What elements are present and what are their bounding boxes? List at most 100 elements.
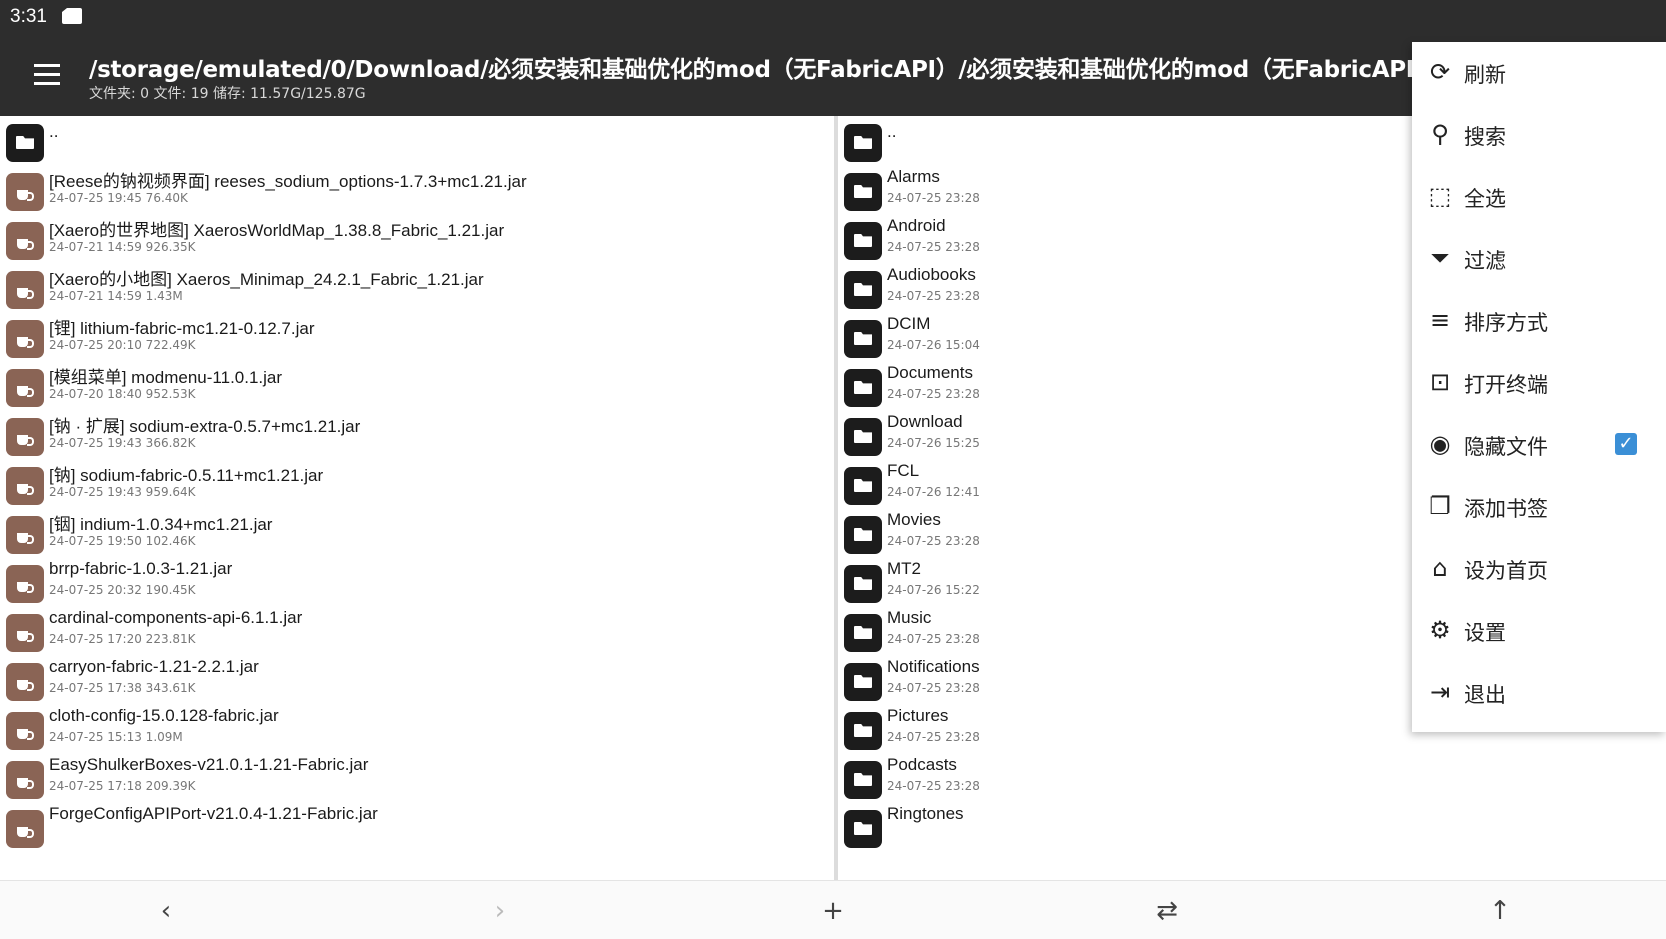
bookmark-icon: ❐ (1429, 492, 1451, 520)
list-item[interactable]: brrp-fabric-1.0.3-1.21.jar 24-07-25 20:3… (0, 557, 834, 609)
item-name: [模组菜单] modmenu-11.0.1.jar (49, 368, 283, 387)
item-meta: 24-07-25 17:20 223.81K (49, 632, 196, 646)
menu-item-label: 退出 (1464, 683, 1506, 707)
select-all-icon: ⬚ (1428, 182, 1452, 210)
list-item[interactable]: Ringtones (838, 802, 1666, 854)
menu-item-label: 搜索 (1464, 125, 1506, 149)
status-bar: 3:31 (0, 0, 1666, 36)
item-name: cloth-config-15.0.128-fabric.jar (49, 706, 279, 725)
list-item-parent-dir[interactable]: .. (0, 116, 834, 168)
jar-file-icon (6, 565, 44, 603)
list-item[interactable]: [铟] indium-1.0.34+mc1.21.jar 24-07-25 19… (0, 508, 834, 560)
back-button[interactable]: ‹ (146, 891, 186, 931)
folder-icon (844, 222, 882, 260)
item-meta: 24-07-26 12:41 (887, 485, 980, 499)
jar-file-icon (6, 810, 44, 848)
jar-file-icon (6, 712, 44, 750)
menu-item-filter[interactable]: ⏷ 过滤 (1412, 228, 1666, 290)
menu-item-label: 过滤 (1464, 249, 1506, 273)
home-icon: ⌂ (1432, 554, 1448, 582)
menu-item-label: 添加书签 (1464, 497, 1548, 521)
refresh-icon: ⟳ (1429, 58, 1451, 86)
menu-item-select-all[interactable]: ⬚ 全选 (1412, 166, 1666, 228)
status-time: 3:31 (10, 6, 47, 27)
item-meta: 24-07-25 20:10 722.49K (49, 338, 196, 352)
terminal-icon: ⊡ (1429, 368, 1451, 396)
menu-item-label: 隐藏文件 (1464, 435, 1548, 459)
parent-dir-button[interactable]: ↑ (1480, 891, 1520, 931)
list-item[interactable]: [锂] lithium-fabric-mc1.21-0.12.7.jar 24-… (0, 312, 834, 364)
current-path[interactable]: /storage/emulated/0/Download/必须安装和基础优化的m… (89, 50, 1445, 84)
item-meta: 24-07-25 23:28 (887, 240, 980, 254)
overflow-menu: ⟳ 刷新 ⚲ 搜索 ⬚ 全选 ⏷ 过滤 ≡ 排序方式 ⊡ 打开终端 ◉ 隐藏文件… (1412, 42, 1666, 732)
menu-item-terminal[interactable]: ⊡ 打开终端 (1412, 352, 1666, 414)
menu-item-label: 全选 (1464, 187, 1506, 211)
item-meta: 24-07-25 20:32 190.45K (49, 583, 196, 597)
menu-item-label: 刷新 (1464, 63, 1506, 87)
item-name: Ringtones (887, 804, 964, 823)
folder-icon (844, 516, 882, 554)
swap-panes-button[interactable]: ⇄ (1147, 891, 1187, 931)
list-item[interactable]: ForgeConfigAPIPort-v21.0.4-1.21-Fabric.j… (0, 802, 834, 854)
menu-item-refresh[interactable]: ⟳ 刷新 (1412, 42, 1666, 104)
jar-file-icon (6, 467, 44, 505)
item-name: Notifications (887, 657, 980, 676)
menu-item-hidden-files[interactable]: ◉ 隐藏文件 ✓ (1412, 414, 1666, 476)
menu-item-label: 设置 (1464, 621, 1506, 645)
menu-item-search[interactable]: ⚲ 搜索 (1412, 104, 1666, 166)
list-item[interactable]: cardinal-components-api-6.1.1.jar 24-07-… (0, 606, 834, 658)
list-item[interactable]: EasyShulkerBoxes-v21.0.1-1.21-Fabric.jar… (0, 753, 834, 805)
list-item[interactable]: [Reese的钠视频界面] reeses_sodium_options-1.7.… (0, 165, 834, 217)
item-name: [钠 · 扩展] sodium-extra-0.5.7+mc1.21.jar (49, 417, 361, 436)
item-name: EasyShulkerBoxes-v21.0.1-1.21-Fabric.jar (49, 755, 369, 774)
list-item[interactable]: carryon-fabric-1.21-2.2.1.jar 24-07-25 1… (0, 655, 834, 707)
folder-icon (844, 614, 882, 652)
list-item[interactable]: [钠] sodium-fabric-0.5.11+mc1.21.jar 24-0… (0, 459, 834, 511)
jar-file-icon (6, 516, 44, 554)
item-meta: 24-07-21 14:59 1.43M (49, 289, 183, 303)
item-name: [Xaero的小地图] Xaeros_Minimap_24.2.1_Fabric… (49, 270, 484, 289)
list-item[interactable]: [Xaero的世界地图] XaerosWorldMap_1.38.8_Fabri… (0, 214, 834, 266)
forward-button[interactable]: › (480, 891, 520, 931)
menu-item-exit[interactable]: ⇥ 退出 (1412, 662, 1666, 724)
list-item[interactable]: [钠 · 扩展] sodium-extra-0.5.7+mc1.21.jar 2… (0, 410, 834, 462)
item-meta: 24-07-25 17:18 209.39K (49, 779, 196, 793)
menu-item-set-home[interactable]: ⌂ 设为首页 (1412, 538, 1666, 600)
item-meta: 24-07-25 23:28 (887, 534, 980, 548)
list-item[interactable]: [模组菜单] modmenu-11.0.1.jar 24-07-20 18:40… (0, 361, 834, 413)
folder-icon (844, 663, 882, 701)
item-name: [铟] indium-1.0.34+mc1.21.jar (49, 515, 273, 534)
menu-item-label: 设为首页 (1464, 559, 1548, 583)
jar-file-icon (6, 369, 44, 407)
left-file-pane[interactable]: .. [Reese的钠视频界面] reeses_sodium_options-1… (0, 116, 834, 880)
sd-card-icon (62, 8, 82, 24)
item-meta: 24-07-25 23:28 (887, 681, 980, 695)
menu-item-settings[interactable]: ⚙ 设置 (1412, 600, 1666, 662)
folder-icon (844, 369, 882, 407)
jar-file-icon (6, 761, 44, 799)
jar-file-icon (6, 222, 44, 260)
list-item[interactable]: Podcasts 24-07-25 23:28 (838, 753, 1666, 805)
jar-file-icon (6, 418, 44, 456)
menu-item-bookmark[interactable]: ❐ 添加书签 (1412, 476, 1666, 538)
item-meta: 24-07-25 23:28 (887, 387, 980, 401)
list-item[interactable]: [Xaero的小地图] Xaeros_Minimap_24.2.1_Fabric… (0, 263, 834, 315)
jar-file-icon (6, 663, 44, 701)
item-name: ForgeConfigAPIPort-v21.0.4-1.21-Fabric.j… (49, 804, 378, 823)
item-name: Movies (887, 510, 941, 529)
folder-icon (844, 761, 882, 799)
item-name: brrp-fabric-1.0.3-1.21.jar (49, 559, 233, 578)
item-meta: 24-07-25 15:13 1.09M (49, 730, 183, 744)
jar-file-icon (6, 614, 44, 652)
hamburger-menu-icon[interactable] (34, 64, 60, 86)
list-item[interactable]: cloth-config-15.0.128-fabric.jar 24-07-2… (0, 704, 834, 756)
folder-icon (844, 467, 882, 505)
sort-icon: ≡ (1429, 306, 1451, 334)
menu-item-sort[interactable]: ≡ 排序方式 (1412, 290, 1666, 352)
folder-icon (844, 712, 882, 750)
item-name: Download (887, 412, 963, 431)
item-meta: 24-07-25 23:28 (887, 289, 980, 303)
item-name: .. (887, 122, 897, 141)
add-button[interactable]: + (813, 891, 853, 931)
hidden-files-checkbox[interactable]: ✓ (1615, 433, 1637, 455)
